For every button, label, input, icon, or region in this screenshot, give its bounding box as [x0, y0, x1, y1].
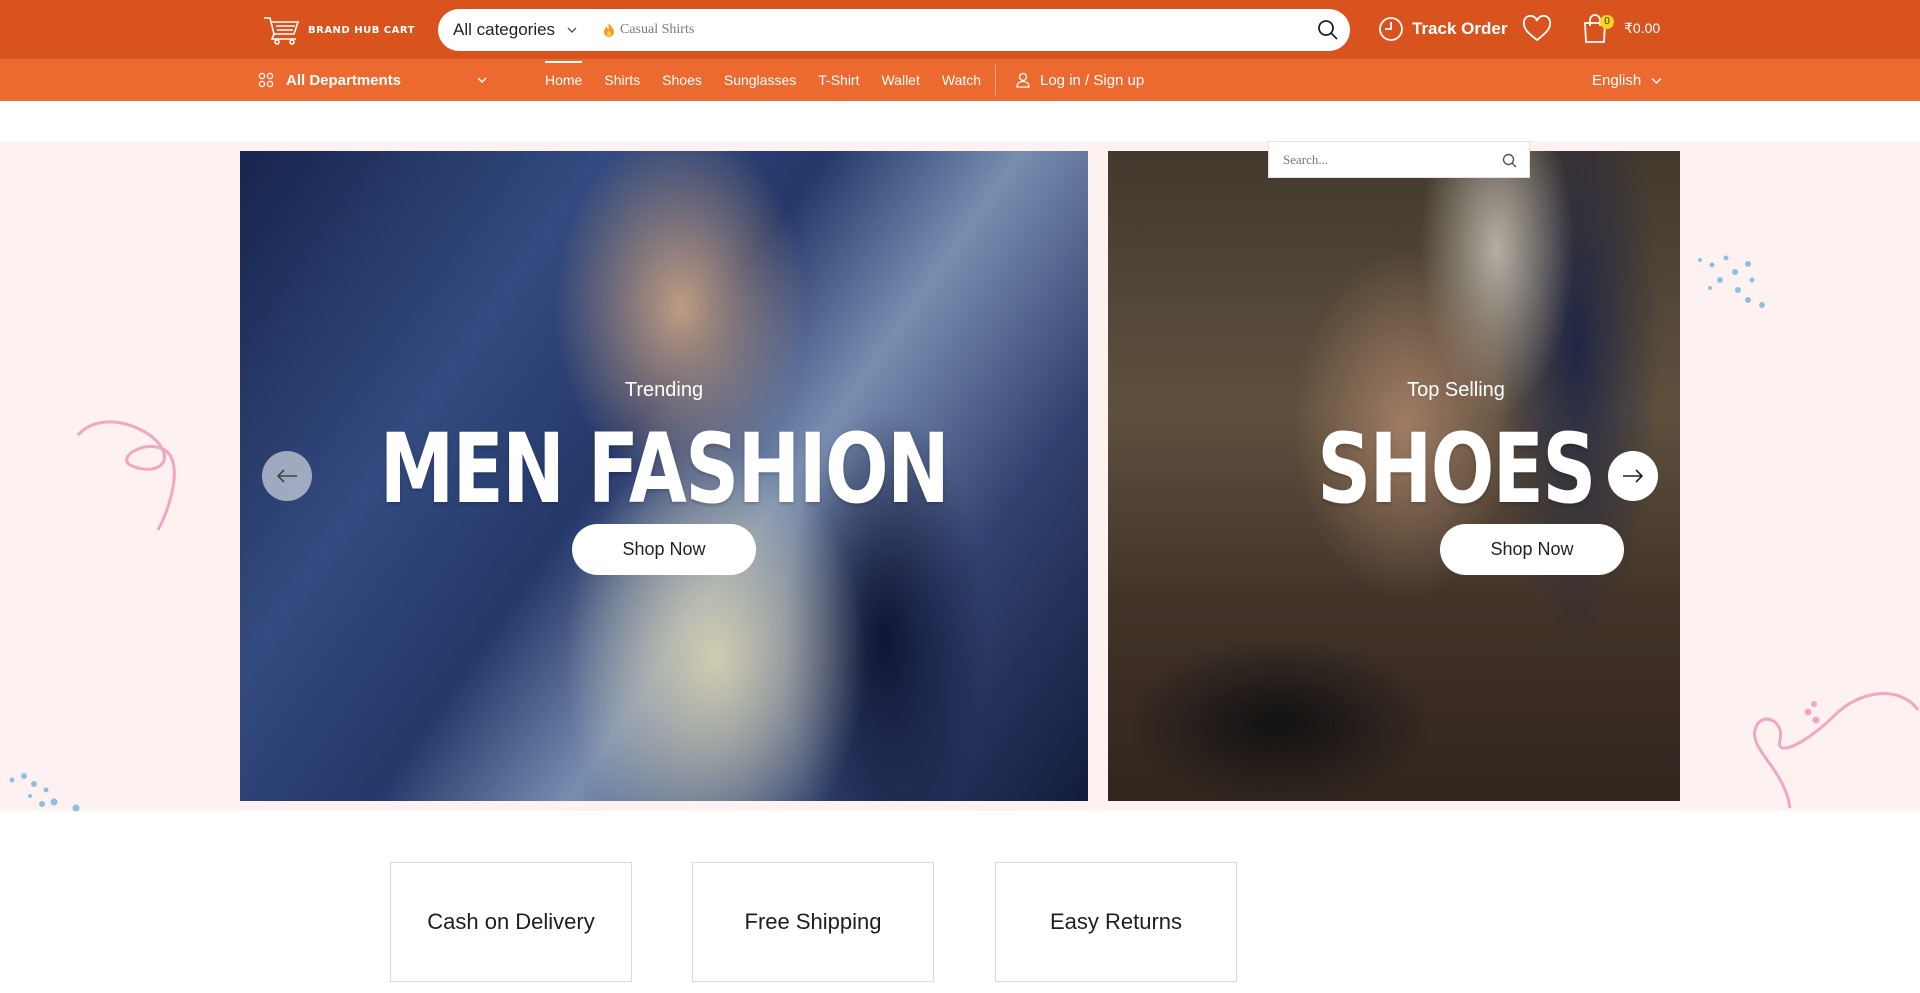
search-icon[interactable] [1502, 153, 1517, 168]
nav-divider [995, 65, 996, 95]
slide-subtitle: Top Selling [1407, 379, 1505, 401]
flame-icon [604, 23, 614, 37]
user-icon [1016, 72, 1030, 88]
category-select[interactable]: All categories [453, 9, 577, 51]
top-header: BRAND HUB CART All categories Casual Shi… [0, 0, 1920, 59]
floating-search-input[interactable] [1269, 151, 1489, 168]
shop-now-button[interactable]: Shop Now [572, 524, 756, 575]
grid-icon [258, 72, 274, 88]
slide-title: SHOES [1317, 413, 1596, 525]
nav-link-tshirt[interactable]: T-Shirt [818, 59, 859, 101]
floating-search-box [1268, 141, 1530, 178]
login-label: Log in / Sign up [1040, 71, 1145, 89]
feature-easy-returns: Easy Returns [995, 862, 1237, 982]
decorative-swirl-icon [1753, 692, 1920, 809]
decorative-dots-icon [1698, 255, 1765, 308]
chevron-down-icon [567, 27, 577, 33]
chevron-down-icon [1651, 77, 1662, 84]
search-input[interactable]: Casual Shirts [602, 9, 694, 51]
slider-next-button[interactable] [1608, 451, 1658, 501]
category-select-value: All categories [453, 20, 556, 39]
slide-title: MEN FASHION [379, 413, 950, 525]
hero-slide-men-fashion: Trending MEN FASHION Shop Now [240, 151, 1088, 801]
feature-cash-on-delivery: Cash on Delivery [390, 862, 632, 982]
brand-logo[interactable]: BRAND HUB CART [262, 14, 415, 46]
heart-icon[interactable] [1522, 15, 1552, 43]
hero-slide-shoes: Top Selling SHOES Shop Now [1108, 151, 1680, 801]
feature-free-shipping: Free Shipping [692, 862, 934, 982]
nav-link-shoes[interactable]: Shoes [662, 59, 702, 101]
decorative-dots-icon [9, 773, 80, 812]
search-placeholder: Casual Shirts [620, 22, 695, 37]
clock-icon [1379, 17, 1403, 41]
nav-link-home[interactable]: Home [545, 59, 583, 101]
track-order-label: Track Order [1412, 19, 1508, 38]
logo-text: BRAND HUB CART [308, 24, 415, 36]
nav-link-shirts[interactable]: Shirts [604, 59, 640, 101]
arrow-left-icon [276, 469, 297, 483]
search-icon[interactable] [1316, 18, 1340, 42]
nav-link-wallet[interactable]: Wallet [881, 59, 919, 101]
nav-link-watch[interactable]: Watch [942, 59, 981, 101]
main-search-bar: All categories Casual Shirts [438, 9, 1350, 51]
language-select[interactable]: English [1592, 59, 1662, 101]
slider-prev-button[interactable] [262, 451, 312, 501]
nav-links: Home Shirts Shoes Sunglasses T-Shirt Wal… [545, 59, 1003, 101]
main-navbar: All Departments Home Shirts Shoes Sungla… [0, 59, 1920, 101]
track-order-link[interactable]: Track Order [1378, 14, 1507, 44]
chevron-down-icon [477, 77, 487, 83]
nav-link-sunglasses[interactable]: Sunglasses [724, 59, 796, 101]
language-value: English [1592, 71, 1642, 89]
login-signup-link[interactable]: Log in / Sign up [1016, 59, 1144, 101]
cart-count-badge: 0 [1600, 15, 1614, 29]
arrow-right-icon [1623, 469, 1644, 483]
cart-icon [264, 17, 300, 45]
decorative-swirl-icon [76, 420, 176, 531]
shop-now-button[interactable]: Shop Now [1440, 524, 1624, 575]
cart-total[interactable]: ₹0.00 [1624, 20, 1660, 37]
all-departments-menu[interactable]: All Departments [258, 59, 488, 101]
departments-label: All Departments [286, 71, 402, 89]
slide-subtitle: Trending [624, 379, 704, 401]
